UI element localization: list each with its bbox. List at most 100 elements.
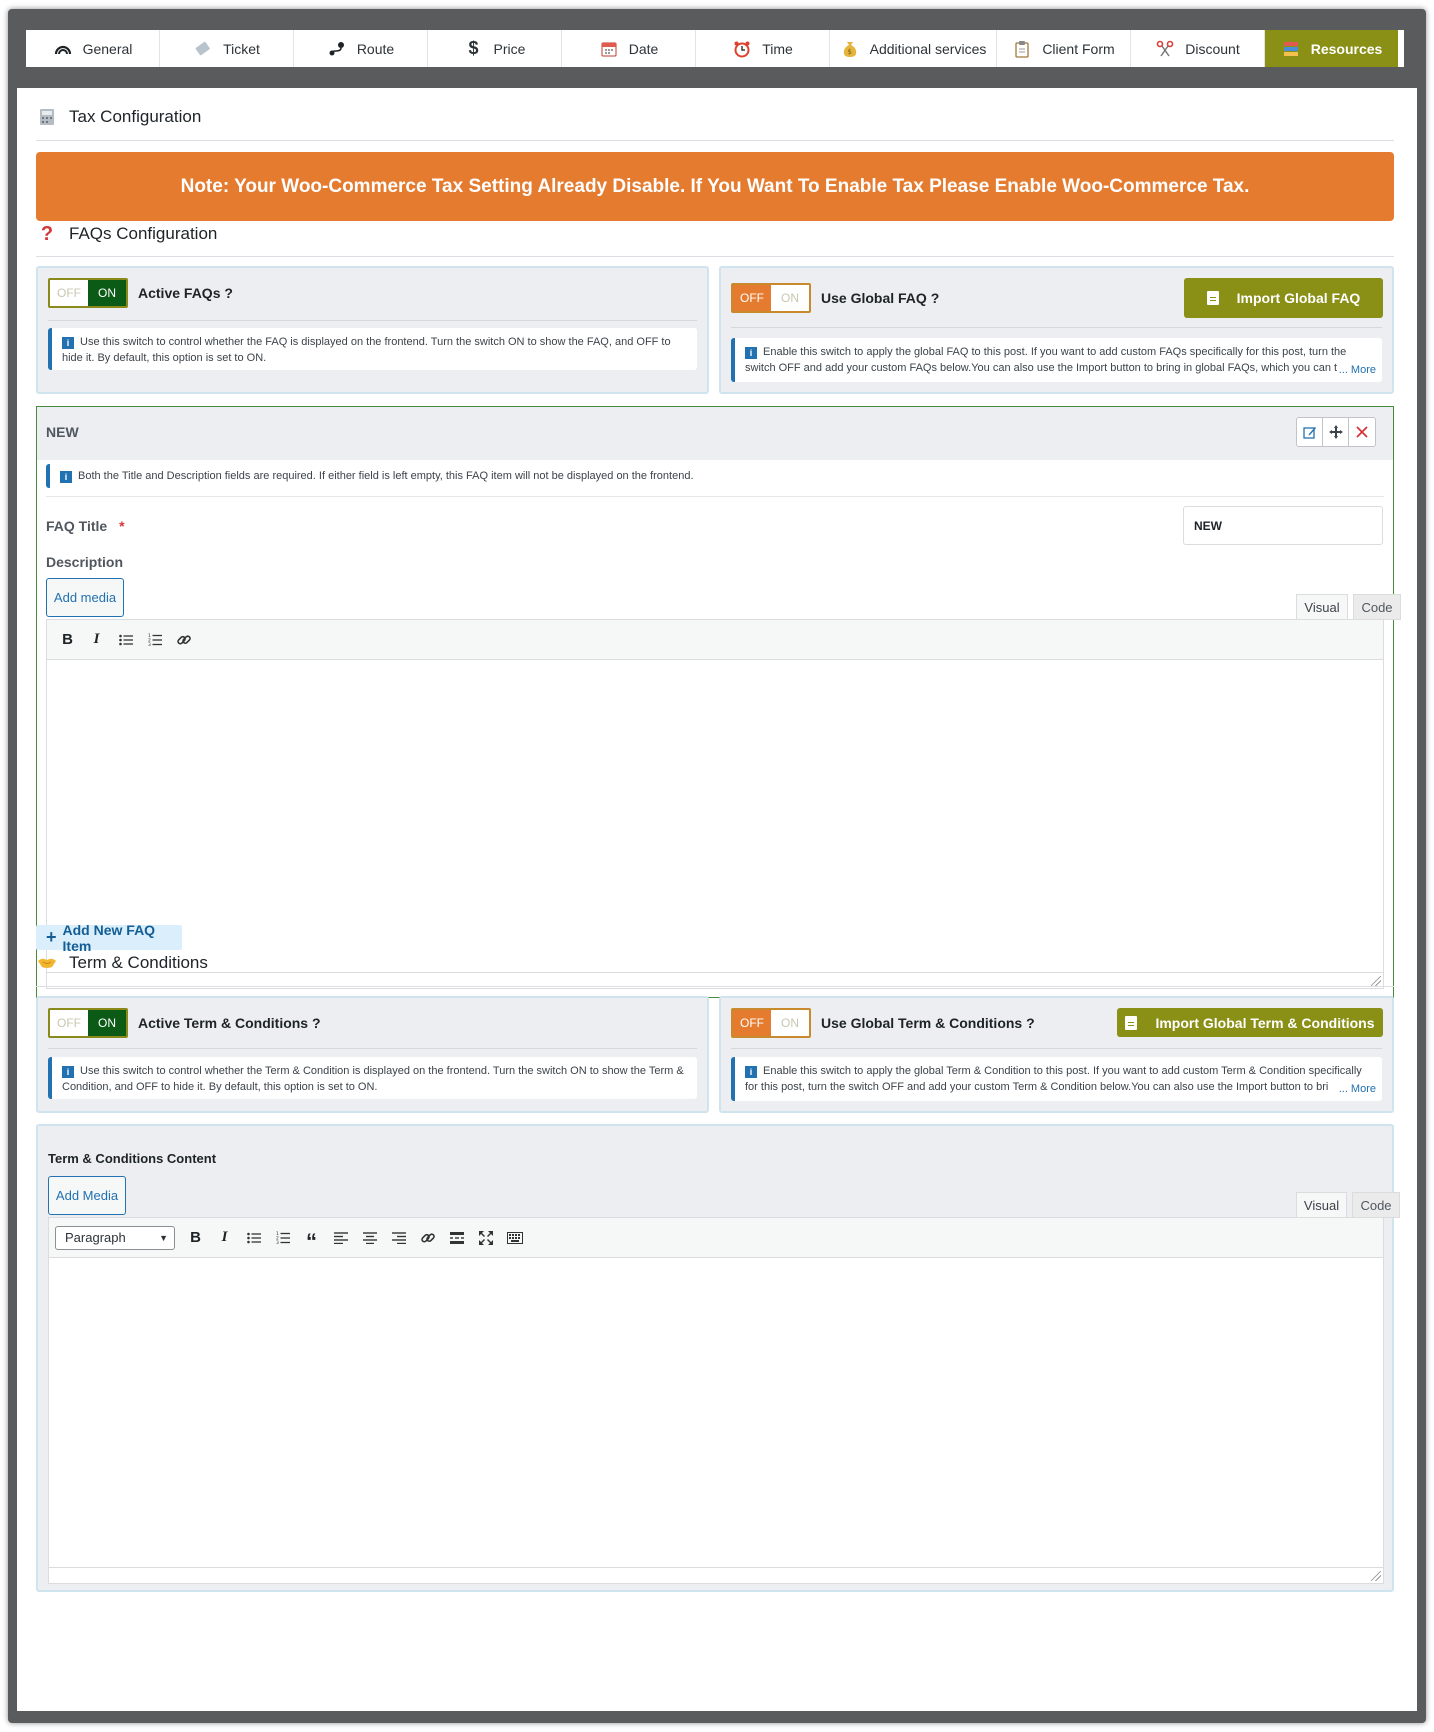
bold-icon[interactable]: B	[181, 1224, 210, 1252]
fullscreen-icon[interactable]	[471, 1224, 500, 1252]
terms-content-editor[interactable]: Paragraph ▼ B I 123 “	[48, 1217, 1384, 1584]
numbered-list-icon[interactable]: 123	[140, 626, 169, 654]
tab-code[interactable]: Code	[1352, 1192, 1400, 1218]
info-text: Use this switch to control whether the F…	[62, 336, 671, 364]
section-title: FAQs Configuration	[69, 224, 218, 243]
info-icon: i	[745, 1066, 757, 1078]
close-icon[interactable]	[1349, 418, 1375, 446]
plus-icon: +	[46, 927, 57, 947]
terms-section-header: Term & Conditions	[37, 953, 208, 973]
input-value: NEW	[1194, 518, 1222, 533]
read-more-icon[interactable]	[442, 1224, 471, 1252]
tab-additional-services[interactable]: $ Additional services	[830, 30, 997, 67]
faq-section-header: ? FAQs Configuration	[37, 222, 218, 245]
document-icon	[1125, 1015, 1138, 1030]
handshake-icon	[37, 953, 57, 973]
editor-toolbar: Paragraph ▼ B I 123 “	[49, 1218, 1383, 1258]
active-terms-label: Active Term & Conditions ?	[138, 1015, 321, 1031]
keyboard-icon[interactable]	[500, 1224, 529, 1252]
more-link[interactable]: ... More	[1339, 362, 1376, 378]
tab-label: General	[82, 40, 133, 57]
tab-label: Route	[356, 40, 395, 57]
section-title: Tax Configuration	[69, 107, 202, 126]
calendar-icon	[599, 40, 619, 58]
faq-item-header[interactable]	[37, 407, 1393, 460]
import-global-faq-button[interactable]: Import Global FAQ	[1184, 278, 1383, 318]
editor-statusbar	[49, 1567, 1383, 1583]
import-global-terms-button[interactable]: Import Global Term & Conditions	[1117, 1008, 1383, 1037]
edit-icon[interactable]	[1297, 418, 1323, 446]
add-media-button[interactable]: Add media	[46, 578, 124, 617]
global-faq-info: i Enable this switch to apply the global …	[731, 338, 1382, 382]
tab-resources[interactable]: Resources	[1265, 30, 1398, 67]
info-icon: i	[60, 471, 72, 483]
faq-item-heading: NEW	[46, 424, 79, 440]
description-label: Description	[46, 554, 124, 570]
faq-description-editor[interactable]: B I 123	[46, 619, 1384, 989]
info-icon: i	[62, 337, 74, 349]
route-icon	[327, 40, 347, 58]
resize-handle-icon[interactable]	[1371, 976, 1381, 986]
add-new-faq-item-button[interactable]: + Add New FAQ Item	[36, 922, 182, 954]
blockquote-icon[interactable]: “	[297, 1224, 326, 1254]
italic-icon[interactable]: I	[82, 626, 111, 654]
ticket-icon	[193, 40, 213, 58]
svg-text:$: $	[847, 48, 851, 56]
dollar-icon: $	[468, 38, 479, 58]
global-faq-toggle[interactable]: OFF ON	[731, 283, 811, 313]
align-right-icon[interactable]	[384, 1224, 413, 1252]
tab-label: Additional services	[869, 40, 987, 57]
settings-tab-bar: General Ticket Route $ Price Date Time $ …	[26, 30, 1404, 67]
tab-discount[interactable]: Discount	[1131, 30, 1265, 67]
active-faqs-toggle[interactable]: OFF ON	[48, 278, 128, 308]
add-media-button[interactable]: Add Media	[48, 1176, 126, 1215]
bullet-list-icon[interactable]	[239, 1224, 268, 1252]
tax-disabled-notice: Note: Your Woo-Commerce Tax Setting Alre…	[36, 152, 1394, 221]
tab-general[interactable]: General	[26, 30, 160, 67]
button-label: Add media	[53, 590, 117, 605]
tab-route[interactable]: Route	[294, 30, 428, 67]
resize-handle-icon[interactable]	[1371, 1571, 1381, 1581]
active-faqs-label: Active FAQs ?	[138, 285, 233, 301]
more-link[interactable]: ... More	[1339, 1081, 1376, 1097]
divider	[48, 320, 697, 321]
move-icon[interactable]	[1323, 418, 1349, 446]
italic-icon[interactable]: I	[210, 1224, 239, 1252]
bullet-list-icon[interactable]	[111, 626, 140, 654]
global-terms-card: OFF ON Use Global Term & Conditions ? Im…	[719, 996, 1394, 1113]
tax-section-header: Tax Configuration	[37, 107, 201, 127]
toggle-on: ON	[781, 1016, 799, 1030]
faq-item-info: i Both the Title and Description fields a…	[46, 464, 1384, 488]
label-text: FAQ Title	[46, 518, 108, 534]
info-text: Enable this switch to apply the global T…	[745, 1065, 1362, 1093]
question-mark-icon: ?	[40, 222, 54, 245]
toggle-off: OFF	[733, 285, 771, 311]
divider	[48, 1048, 697, 1049]
tab-ticket[interactable]: Ticket	[160, 30, 294, 67]
section-title: Term & Conditions	[69, 953, 208, 972]
active-terms-card: OFF ON Active Term & Conditions ? i Use t…	[36, 996, 709, 1113]
align-left-icon[interactable]	[326, 1224, 355, 1252]
tab-label: Visual	[1303, 1197, 1340, 1213]
tab-price[interactable]: $ Price	[428, 30, 562, 67]
toggle-on: ON	[88, 1010, 126, 1036]
tab-code[interactable]: Code	[1353, 594, 1401, 620]
align-center-icon[interactable]	[355, 1224, 384, 1252]
tab-visual[interactable]: Visual	[1296, 1192, 1347, 1218]
numbered-list-icon[interactable]: 123	[268, 1224, 297, 1252]
format-select[interactable]: Paragraph ▼	[55, 1225, 175, 1250]
tab-time[interactable]: Time	[696, 30, 830, 67]
divider	[36, 140, 1394, 141]
link-icon[interactable]	[169, 626, 198, 654]
active-terms-info: i Use this switch to control whether the …	[48, 1057, 697, 1099]
faq-title-input[interactable]: NEW	[1183, 506, 1383, 545]
active-terms-toggle[interactable]: OFF ON	[48, 1008, 128, 1038]
notice-text: Note: Your Woo-Commerce Tax Setting Alre…	[180, 175, 1250, 197]
bold-icon[interactable]: B	[53, 626, 82, 654]
link-icon[interactable]	[413, 1224, 442, 1252]
tab-client-form[interactable]: Client Form	[997, 30, 1131, 67]
tab-label: Code	[1361, 599, 1393, 615]
tab-visual[interactable]: Visual	[1296, 594, 1348, 620]
global-terms-toggle[interactable]: OFF ON	[731, 1008, 811, 1038]
tab-date[interactable]: Date	[562, 30, 696, 67]
